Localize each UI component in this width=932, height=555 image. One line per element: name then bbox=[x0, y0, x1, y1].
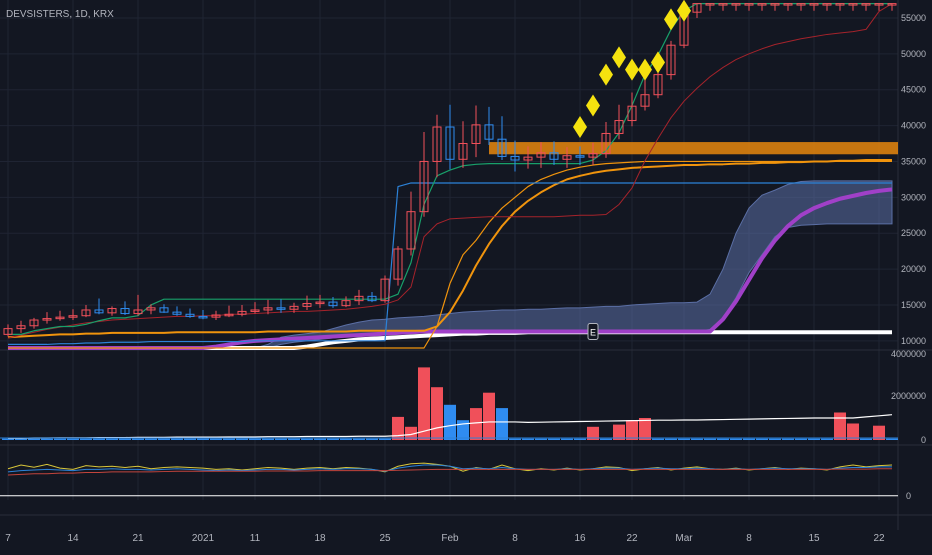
y-tick-label: 40000 bbox=[901, 121, 926, 131]
y-tick-label: 30000 bbox=[901, 192, 926, 202]
volume-bar bbox=[548, 438, 560, 440]
volume-bar bbox=[665, 438, 677, 440]
volume-bar bbox=[574, 438, 586, 440]
x-tick-label: Mar bbox=[675, 533, 693, 544]
volume-bar bbox=[561, 438, 573, 440]
volume-bar bbox=[470, 408, 482, 440]
volume-bar bbox=[522, 438, 534, 440]
x-tick-label: 15 bbox=[808, 533, 820, 544]
volume-bar bbox=[353, 438, 365, 440]
volume-bar bbox=[145, 438, 157, 440]
volume-bar bbox=[314, 438, 326, 440]
x-tick-label: Feb bbox=[441, 533, 459, 544]
volume-bar bbox=[106, 438, 118, 440]
volume-bar bbox=[54, 438, 66, 440]
volume-bar bbox=[210, 438, 222, 440]
x-tick-label: 7 bbox=[5, 533, 11, 544]
volume-bar bbox=[782, 438, 794, 440]
volume-bar bbox=[327, 438, 339, 440]
volume-bar bbox=[67, 438, 79, 440]
chart-title: DEVSISTERS, 1D, KRX bbox=[6, 9, 114, 20]
volume-tick-label: 0 bbox=[921, 435, 926, 445]
volume-bar bbox=[743, 438, 755, 440]
volume-bar bbox=[691, 438, 703, 440]
volume-bar bbox=[418, 367, 430, 440]
volume-bar bbox=[379, 438, 391, 440]
volume-bar bbox=[717, 438, 729, 440]
volume-bar bbox=[808, 438, 820, 440]
volume-bar bbox=[301, 438, 313, 440]
volume-bar bbox=[41, 438, 53, 440]
volume-bar bbox=[184, 438, 196, 440]
x-tick-label: 8 bbox=[746, 533, 752, 544]
volume-bar bbox=[15, 438, 27, 440]
volume-bar bbox=[704, 438, 716, 440]
volume-bar bbox=[392, 416, 404, 440]
x-tick-label: 11 bbox=[250, 533, 261, 544]
volume-bar bbox=[171, 438, 183, 440]
volume-bar bbox=[535, 438, 547, 440]
volume-bar bbox=[730, 438, 742, 440]
volume-bar bbox=[2, 438, 14, 440]
volume-bar bbox=[262, 438, 274, 440]
volume-bar bbox=[93, 438, 105, 440]
x-tick-label: 25 bbox=[379, 533, 391, 544]
volume-bar bbox=[158, 438, 170, 440]
volume-bar bbox=[860, 438, 872, 440]
volume-bar bbox=[28, 438, 40, 440]
volume-bar bbox=[366, 438, 378, 440]
x-tick-label: 2021 bbox=[192, 533, 215, 544]
chart-svg[interactable]: E 10000 15000 20000 25000 30000 35000 40000 450… bbox=[0, 0, 932, 550]
oscillator-tick-label: 0 bbox=[906, 491, 911, 501]
volume-bar bbox=[496, 408, 508, 440]
y-tick-label: 25000 bbox=[901, 228, 926, 238]
volume-bar bbox=[275, 438, 287, 440]
volume-bar bbox=[795, 438, 807, 440]
y-tick-label: 20000 bbox=[901, 264, 926, 274]
volume-bar bbox=[483, 392, 495, 440]
volume-bar bbox=[80, 438, 92, 440]
chart-background bbox=[0, 0, 932, 550]
volume-bar bbox=[223, 438, 235, 440]
x-tick-label: 14 bbox=[67, 533, 79, 544]
volume-bar bbox=[249, 438, 261, 440]
volume-bar bbox=[431, 387, 443, 440]
volume-bar bbox=[132, 438, 144, 440]
y-tick-label: 10000 bbox=[901, 336, 926, 346]
y-tick-label: 55000 bbox=[901, 13, 926, 23]
volume-bar bbox=[288, 438, 300, 440]
volume-bar bbox=[886, 438, 898, 440]
volume-bar bbox=[119, 438, 131, 440]
volume-bar bbox=[678, 438, 690, 440]
volume-bar bbox=[197, 438, 209, 440]
y-tick-label: 35000 bbox=[901, 156, 926, 166]
y-tick-label: 15000 bbox=[901, 300, 926, 310]
x-tick-label: 21 bbox=[132, 533, 144, 544]
volume-bar bbox=[509, 438, 521, 440]
x-tick-label: 16 bbox=[574, 533, 586, 544]
x-tick-label: 18 bbox=[314, 533, 326, 544]
volume-bar bbox=[444, 404, 456, 440]
volume-bar bbox=[626, 420, 638, 440]
chart-root: E 10000 15000 20000 25000 30000 35000 40000 450… bbox=[0, 0, 932, 550]
y-tick-label: 45000 bbox=[901, 85, 926, 95]
earnings-badge-label: E bbox=[590, 327, 596, 337]
x-tick-label: 22 bbox=[873, 533, 885, 544]
volume-bar bbox=[834, 412, 846, 440]
volume-bar bbox=[236, 438, 248, 440]
volume-bar bbox=[821, 438, 833, 440]
volume-bar bbox=[769, 438, 781, 440]
volume-tick-label: 4000000 bbox=[891, 349, 926, 359]
x-tick-label: 8 bbox=[512, 533, 518, 544]
volume-bar bbox=[639, 418, 651, 440]
volume-bar bbox=[652, 438, 664, 440]
y-tick-label: 50000 bbox=[901, 49, 926, 59]
x-tick-label: 22 bbox=[626, 533, 638, 544]
volume-bar bbox=[340, 438, 352, 440]
volume-bar bbox=[756, 438, 768, 440]
volume-bar bbox=[600, 438, 612, 440]
volume-tick-label: 2000000 bbox=[891, 391, 926, 401]
